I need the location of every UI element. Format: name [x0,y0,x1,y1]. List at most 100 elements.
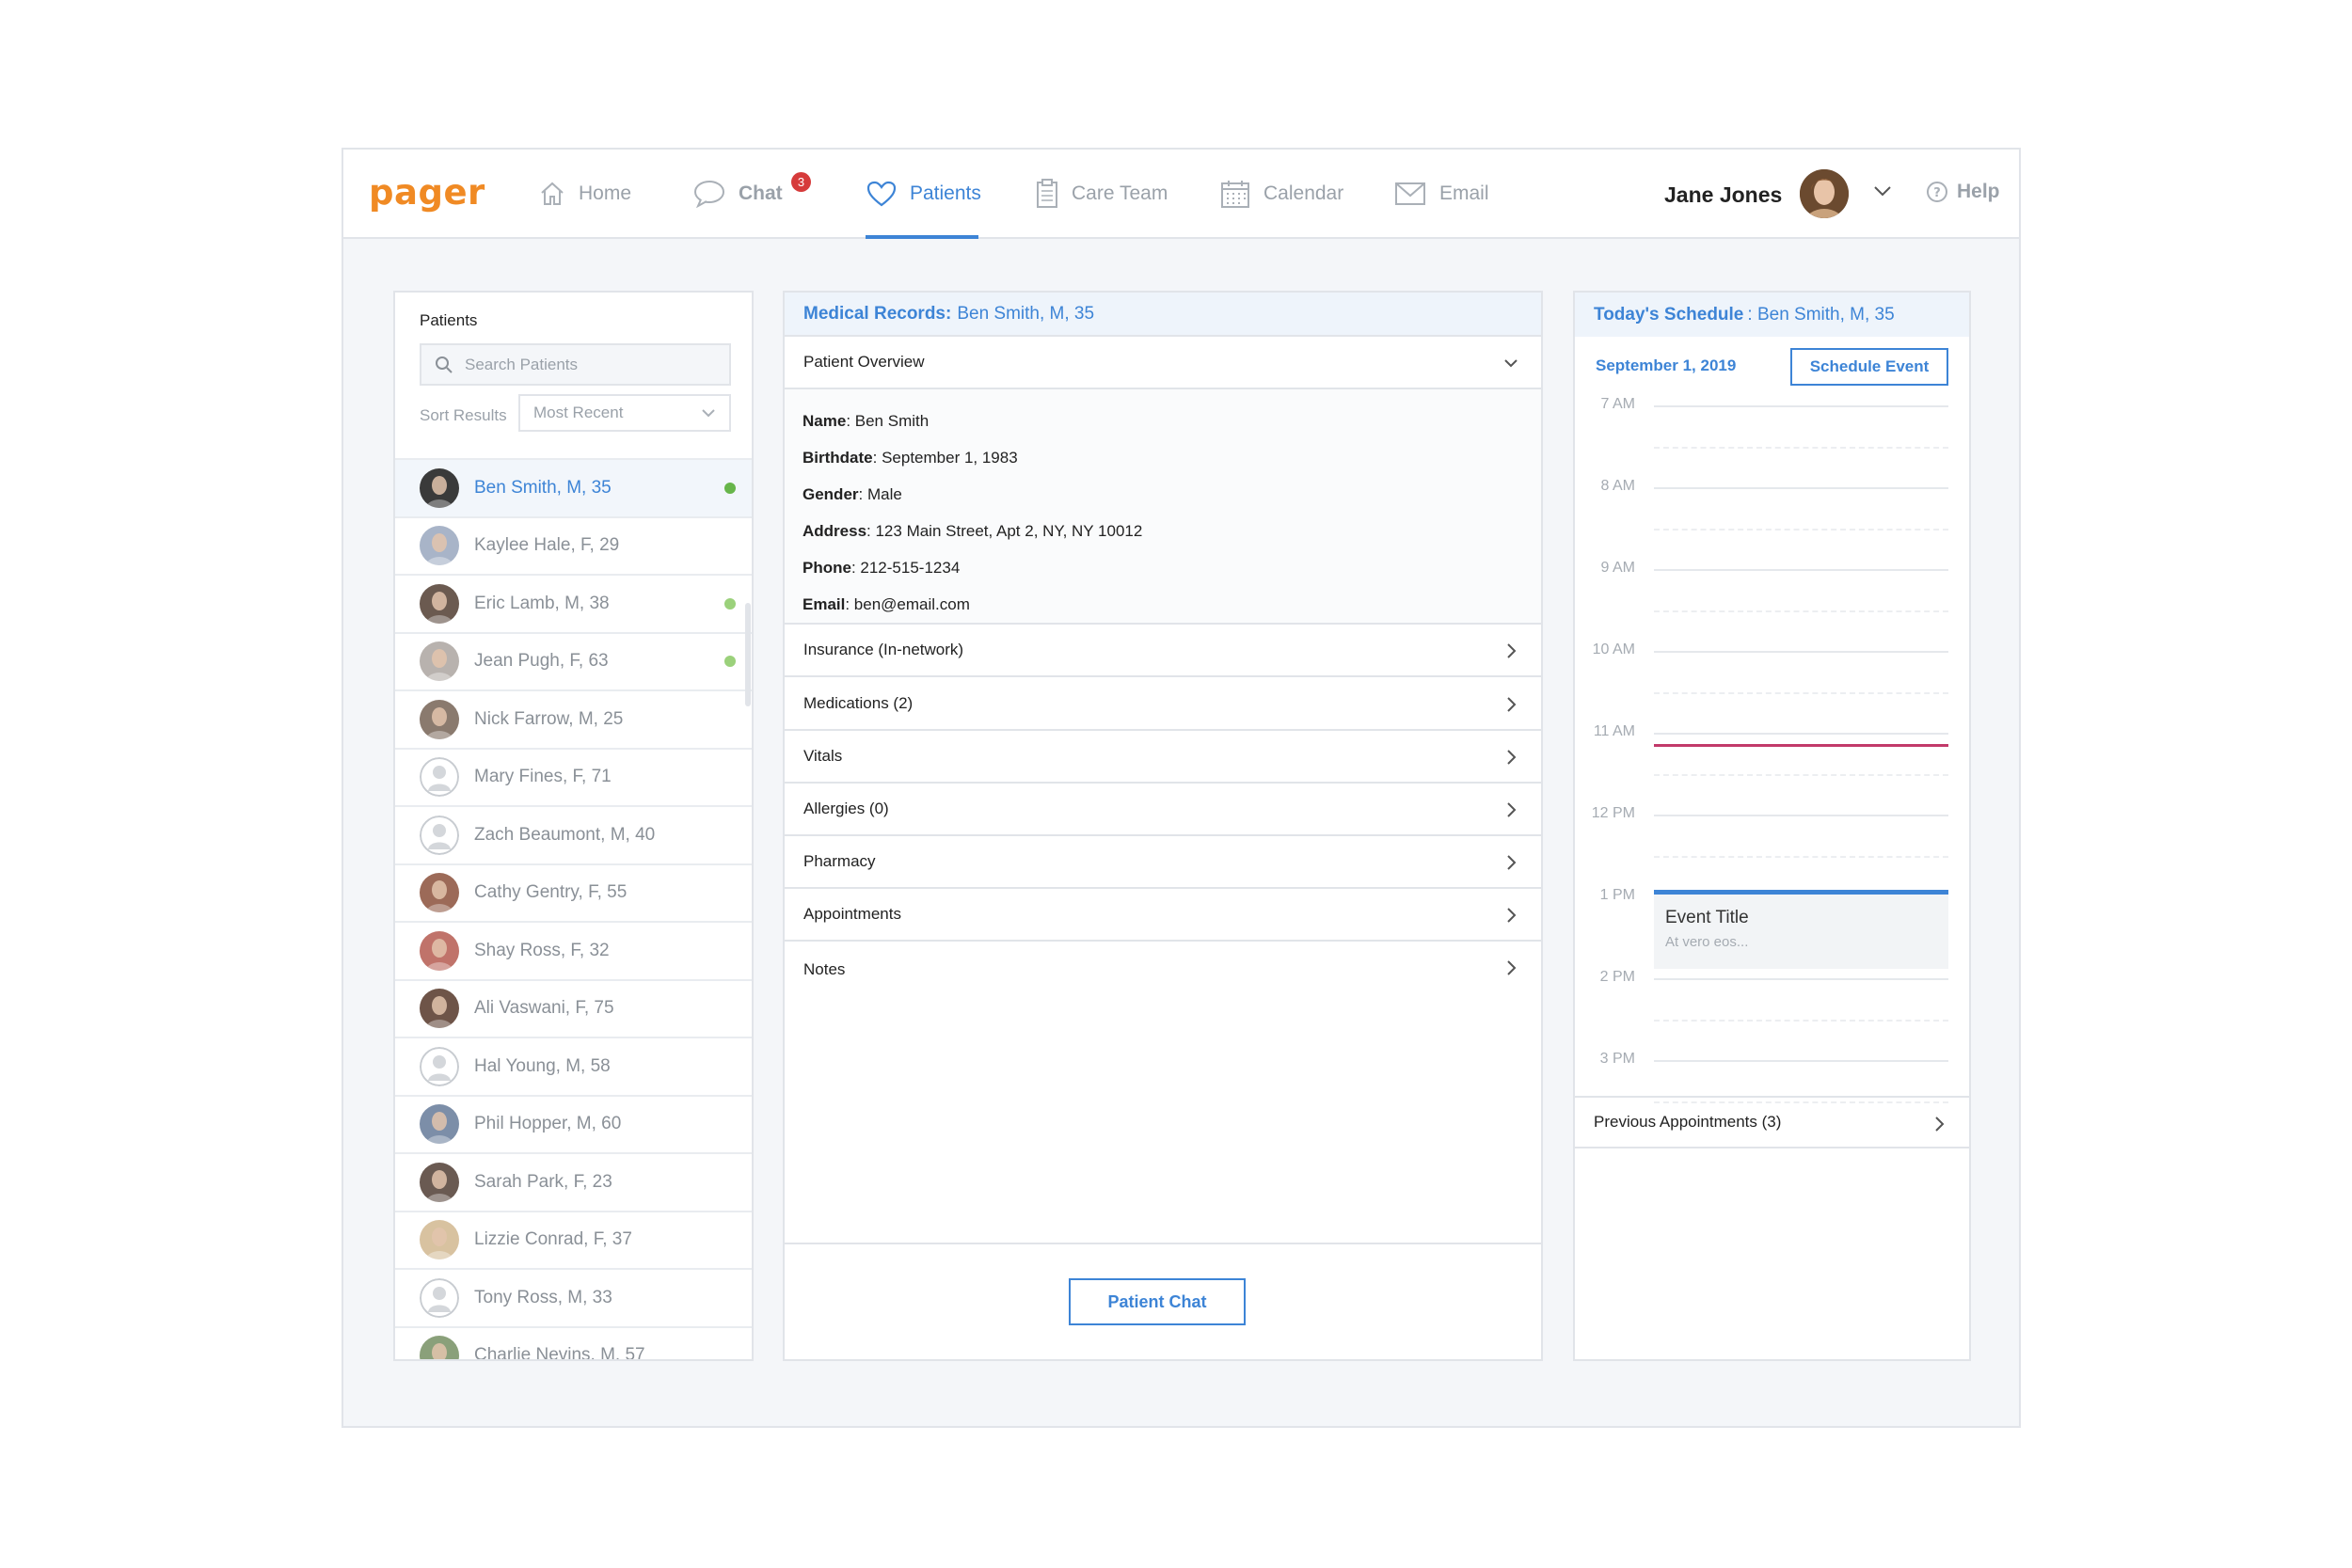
hour-line [1654,569,1948,571]
nav-chat[interactable]: Chat 3 [693,172,811,212]
record-section-row[interactable]: Pharmacy [785,836,1541,889]
heart-icon [866,181,897,207]
chevron-down-icon[interactable] [1872,183,1893,198]
patient-avatar [420,526,459,566]
patient-row[interactable]: Ben Smith, M, 35 [395,458,752,516]
hour-line [1654,815,1948,816]
sort-select[interactable]: Most Recent [518,394,731,432]
patient-row[interactable]: Ali Vaswani, F, 75 [395,978,752,1037]
nav-calendar[interactable]: Calendar [1220,176,1343,212]
patient-chat-button[interactable]: Patient Chat [1069,1278,1246,1325]
patient-details: Name: Ben Smith Birthdate: September 1, … [785,389,1541,625]
patient-avatar [420,1220,459,1260]
record-section-row[interactable]: Medications (2) [785,678,1541,731]
patient-row[interactable]: Shay Ross, F, 32 [395,921,752,979]
patient-row[interactable]: Kaylee Hale, F, 29 [395,515,752,575]
user-avatar[interactable] [1800,169,1849,218]
patient-name: Zach Beaumont, M, 40 [474,824,656,845]
nav-home[interactable]: Home [539,176,631,212]
nav-patients[interactable]: Patients [866,176,981,212]
record-section-label: Insurance (In-network) [803,641,964,658]
hour-line [1654,487,1948,489]
patient-avatar [420,641,459,682]
search-patients-input[interactable]: Search Patients [420,343,731,386]
patient-row[interactable]: Cathy Gentry, F, 55 [395,863,752,922]
hour-line [1654,405,1948,407]
medical-records-header: Medical Records: Ben Smith, M, 35 [785,293,1541,337]
nav-chat-label: Chat [739,182,783,204]
help-link[interactable]: ? Help [1926,181,2000,203]
patient-avatar [420,757,459,798]
detail-email: Email: ben@email.com [803,594,970,613]
schedule-panel: Today's Schedule : Ben Smith, M, 35 Sept… [1573,291,1971,1361]
patient-avatar [420,815,459,855]
patient-row[interactable]: Zach Beaumont, M, 40 [395,805,752,863]
schedule-date[interactable]: September 1, 2019 [1596,356,1736,375]
app-window: pager Home Chat 3 Patients Care Team Cal… [342,148,2021,1428]
record-section-row[interactable]: Allergies (0) [785,784,1541,836]
online-status-dot [724,656,736,668]
current-time-line [1654,744,1948,747]
record-section-row[interactable]: Notes [785,942,1541,998]
online-status-dot [724,597,736,610]
patient-avatar [420,583,459,624]
patient-list-scrollbar[interactable] [745,603,751,706]
hour-line [1654,1060,1948,1062]
half-hour-line [1654,773,1948,776]
schedule-event-button[interactable]: Schedule Event [1790,348,1948,386]
record-section-row[interactable]: Appointments [785,889,1541,942]
patient-row[interactable]: Eric Lamb, M, 38 [395,574,752,632]
half-hour-line [1654,446,1948,449]
time-label: 10 AM [1592,641,1635,657]
patient-name: Charlie Nevins, M, 57 [474,1345,645,1361]
patient-row[interactable]: Jean Pugh, F, 63 [395,631,752,690]
patient-row[interactable]: Charlie Nevins, M, 57 [395,1325,752,1361]
svg-text:?: ? [1933,186,1941,200]
pager-logo[interactable]: pager [369,172,485,213]
patient-row[interactable]: Phil Hopper, M, 60 [395,1094,752,1153]
chevron-right-icon [1507,697,1517,712]
half-hour-line [1654,691,1948,694]
record-section-row[interactable]: Insurance (In-network) [785,625,1541,677]
patient-list: Ben Smith, M, 35 Kaylee Hale, F, 29 Eric L… [395,458,752,1361]
detail-address: Address: 123 Main Street, Apt 2, NY, NY … [803,521,1143,540]
half-hour-line [1654,528,1948,531]
record-section-row[interactable]: Vitals [785,731,1541,784]
event-card[interactable]: Event Title At vero eos... [1654,890,1948,969]
patient-row[interactable]: Sarah Park, F, 23 [395,1152,752,1211]
detail-name: Name: Ben Smith [803,411,930,430]
patient-row[interactable]: Nick Farrow, M, 25 [395,689,752,748]
patient-avatar [420,1336,459,1359]
medical-records-title: Medical Records: [803,303,952,324]
detail-gender: Gender: Male [803,484,902,503]
hour-line [1654,978,1948,980]
record-section-label: Vitals [803,747,843,765]
home-icon [541,182,564,205]
online-status-dot [724,482,736,494]
patient-name: Kaylee Hale, F, 29 [474,535,620,556]
patient-row[interactable]: Mary Fines, F, 71 [395,747,752,806]
chevron-right-icon [1507,855,1517,870]
patient-name: Tony Ross, M, 33 [474,1287,612,1307]
patient-avatar [420,1162,459,1202]
patient-avatar [420,873,459,913]
time-label: 1 PM [1599,887,1635,903]
sort-selected-value: Most Recent [533,404,624,421]
schedule-patient: : Ben Smith, M, 35 [1747,304,1895,325]
patient-name: Hal Young, M, 58 [474,1055,611,1076]
user-name[interactable]: Jane Jones [1664,182,1782,208]
patient-row[interactable]: Tony Ross, M, 33 [395,1268,752,1326]
patient-row[interactable]: Hal Young, M, 58 [395,1037,752,1095]
time-label: 2 PM [1599,969,1635,985]
previous-appointments-row[interactable]: Previous Appointments (3) [1575,1096,1969,1148]
time-label: 3 PM [1599,1051,1635,1067]
patient-row[interactable]: Lizzie Conrad, F, 37 [395,1210,752,1269]
nav-email[interactable]: Email [1394,176,1489,212]
day-timeline[interactable]: Event Title At vero eos... 7 AM 8 AM 9 AM 1… [1575,387,1969,1103]
patient-avatar [420,1046,459,1086]
patient-name: Ben Smith, M, 35 [474,477,612,498]
patient-overview-toggle[interactable]: Patient Overview [785,337,1541,389]
nav-care-team[interactable]: Care Team [1036,176,1168,212]
previous-appointments-label: Previous Appointments (3) [1594,1113,1782,1131]
patient-avatar [420,467,459,508]
